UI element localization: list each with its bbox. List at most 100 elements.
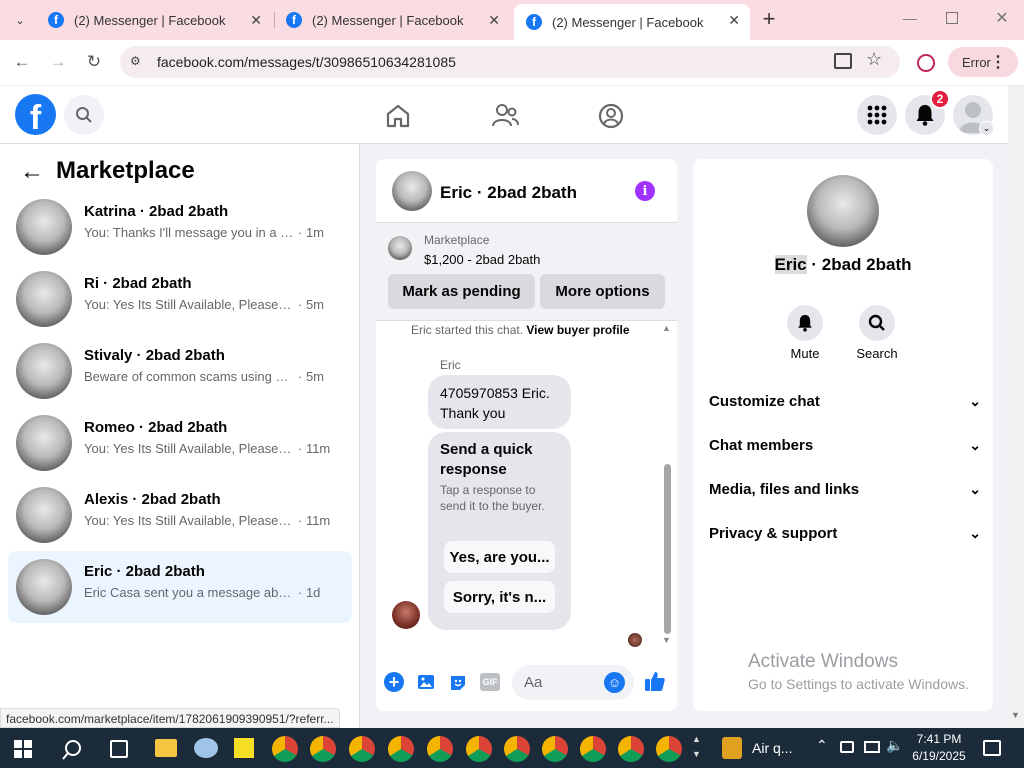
chrome-profile-icon[interactable]	[310, 736, 336, 762]
message-thread[interactable]: Eric started this chat. View buyer profi…	[376, 321, 677, 651]
chrome-profile-icon[interactable]	[272, 736, 298, 762]
customize-chat-section[interactable]: Customize chat ⌄	[709, 386, 981, 416]
groups-icon[interactable]	[597, 102, 625, 130]
close-tab-icon[interactable]: ✕	[728, 12, 740, 29]
chrome-profile-icon[interactable]	[656, 736, 682, 762]
profile-icon[interactable]	[917, 54, 935, 72]
facebook-favicon-icon: f	[48, 12, 64, 28]
tray-expand-icon[interactable]: ⌃	[816, 737, 828, 754]
search-icon[interactable]	[64, 95, 104, 135]
bookmark-star-icon[interactable]: ☆	[866, 49, 882, 70]
sticker-icon[interactable]	[448, 673, 468, 693]
conversation-item-selected[interactable]: Eric · 2bad 2bath Eric Casa sent you a m…	[8, 551, 352, 623]
view-buyer-profile-link[interactable]: View buyer profile	[526, 323, 629, 337]
scrollbar-thumb[interactable]	[664, 464, 671, 634]
close-window-icon[interactable]: ✕	[992, 8, 1012, 28]
tab-list-button[interactable]: ⌄	[8, 8, 32, 32]
install-app-icon[interactable]	[834, 53, 852, 69]
network-icon[interactable]	[864, 741, 880, 753]
quick-reply-button[interactable]: Yes, are you...	[444, 541, 555, 573]
chrome-profile-icon[interactable]	[542, 736, 568, 762]
minimize-window-icon[interactable]: —	[900, 10, 920, 30]
chrome-profile-icon[interactable]	[466, 736, 492, 762]
add-attachment-icon[interactable]: +	[384, 672, 404, 692]
new-tab-button[interactable]: +	[756, 6, 782, 32]
gif-icon[interactable]: GIF	[480, 673, 500, 691]
error-button[interactable]: Error ⋮	[948, 47, 1018, 77]
menu-dots-icon[interactable]: ⋮	[990, 52, 1006, 72]
mute-button[interactable]: Mute	[783, 305, 827, 361]
chat-avatar[interactable]	[392, 171, 432, 211]
task-view-icon[interactable]	[110, 740, 128, 758]
like-thumbs-up-icon[interactable]	[644, 670, 666, 692]
conversation-item[interactable]: Alexis · 2bad 2bath You: Yes Its Still A…	[8, 479, 352, 551]
site-info-icon[interactable]: ⚙	[130, 54, 146, 70]
taskbar-overflow-arrows[interactable]: ▲ ▼	[692, 732, 701, 762]
conversation-name: Eric · 2bad 2bath	[84, 563, 205, 580]
chrome-profile-icon[interactable]	[580, 736, 606, 762]
privacy-support-section[interactable]: Privacy & support ⌄	[709, 518, 981, 548]
taskbar-search-icon[interactable]	[60, 738, 84, 762]
listing-price[interactable]: $1,200 - 2bad 2bath	[424, 252, 540, 267]
chat-members-section[interactable]: Chat members ⌄	[709, 430, 981, 460]
account-chevron-down-icon[interactable]: ⌄	[979, 121, 994, 136]
quick-reply-button[interactable]: Sorry, it's n...	[444, 581, 555, 613]
sticky-notes-icon[interactable]	[234, 738, 254, 758]
browser-tab[interactable]: f (2) Messenger | Facebook ✕	[274, 0, 510, 40]
scrollbar-up-arrow[interactable]: ▲	[662, 323, 671, 333]
weather-text[interactable]: Air q...	[752, 740, 792, 756]
conversation-item[interactable]: Romeo · 2bad 2bath You: Yes Its Still Av…	[8, 407, 352, 479]
windows-start-icon[interactable]	[14, 740, 32, 758]
close-tab-icon[interactable]: ✕	[250, 12, 262, 29]
scrollbar-down-arrow[interactable]: ▼	[1011, 710, 1020, 720]
emoji-icon[interactable]: ☺	[604, 672, 625, 693]
profile-image[interactable]	[807, 175, 879, 247]
scrollbar-down-arrow[interactable]: ▼	[662, 635, 671, 645]
weather-icon[interactable]	[722, 737, 742, 759]
browser-toolbar: ← → ↻ ⚙ facebook.com/messages/t/30986510…	[0, 40, 1024, 86]
page-scrollbar[interactable]: ▼	[1008, 86, 1024, 728]
listing-thumbnail[interactable]	[388, 236, 412, 260]
seen-avatar	[628, 633, 642, 647]
address-bar[interactable]: ⚙ facebook.com/messages/t/30986510634281…	[120, 46, 900, 78]
sender-name: Eric	[440, 358, 461, 372]
message-input[interactable]: Aa ☺	[512, 665, 634, 700]
chat-start-text: Eric started this chat.	[411, 323, 524, 337]
conversation-item[interactable]: Katrina · 2bad 2bath You: Thanks I'll me…	[8, 191, 352, 263]
quick-response-card: Send a quick response Tap a response to …	[428, 432, 571, 630]
forward-button[interactable]: →	[44, 48, 72, 76]
chrome-profile-icon[interactable]	[349, 736, 375, 762]
back-button[interactable]: ←	[8, 48, 36, 76]
info-icon[interactable]: i	[635, 181, 655, 201]
paint-app-icon[interactable]	[194, 738, 218, 758]
media-files-links-section[interactable]: Media, files and links ⌄	[709, 474, 981, 504]
chrome-profile-icon[interactable]	[618, 736, 644, 762]
back-arrow-icon[interactable]: ←	[20, 158, 44, 186]
conversation-item[interactable]: Ri · 2bad 2bath You: Yes Its Still Avail…	[8, 263, 352, 335]
conversation-item[interactable]: Stivaly · 2bad 2bath Beware of common sc…	[8, 335, 352, 407]
chrome-profile-icon[interactable]	[427, 736, 453, 762]
browser-tab[interactable]: f (2) Messenger | Facebook ✕	[36, 0, 272, 40]
sender-avatar[interactable]	[392, 601, 420, 629]
menu-grid-icon[interactable]	[857, 95, 897, 135]
more-options-button[interactable]: More options	[540, 274, 665, 309]
close-tab-icon[interactable]: ✕	[488, 12, 500, 29]
mark-as-pending-button[interactable]: Mark as pending	[388, 274, 535, 309]
file-explorer-icon[interactable]	[155, 739, 177, 757]
volume-icon[interactable]: 🔈	[886, 737, 903, 754]
meet-now-icon[interactable]	[840, 741, 854, 753]
chrome-profile-icon[interactable]	[504, 736, 530, 762]
search-in-conversation-button[interactable]: Search	[855, 305, 899, 361]
facebook-logo-icon[interactable]: f	[15, 94, 56, 137]
message-bubble[interactable]: 4705970853 Eric. Thank you	[428, 375, 571, 429]
clock[interactable]: 7:41 PM 6/19/2025	[905, 731, 973, 765]
restore-window-icon[interactable]	[946, 12, 958, 24]
reload-button[interactable]: ↻	[80, 48, 108, 76]
chrome-profile-icon[interactable]	[388, 736, 414, 762]
photo-icon[interactable]	[416, 673, 436, 691]
home-icon[interactable]	[384, 102, 412, 130]
friends-icon[interactable]	[490, 102, 520, 130]
chat-title[interactable]: Eric · 2bad 2bath	[440, 183, 577, 203]
browser-tab-active[interactable]: f (2) Messenger | Facebook ✕	[514, 4, 750, 40]
notification-center-icon[interactable]	[983, 740, 1001, 756]
